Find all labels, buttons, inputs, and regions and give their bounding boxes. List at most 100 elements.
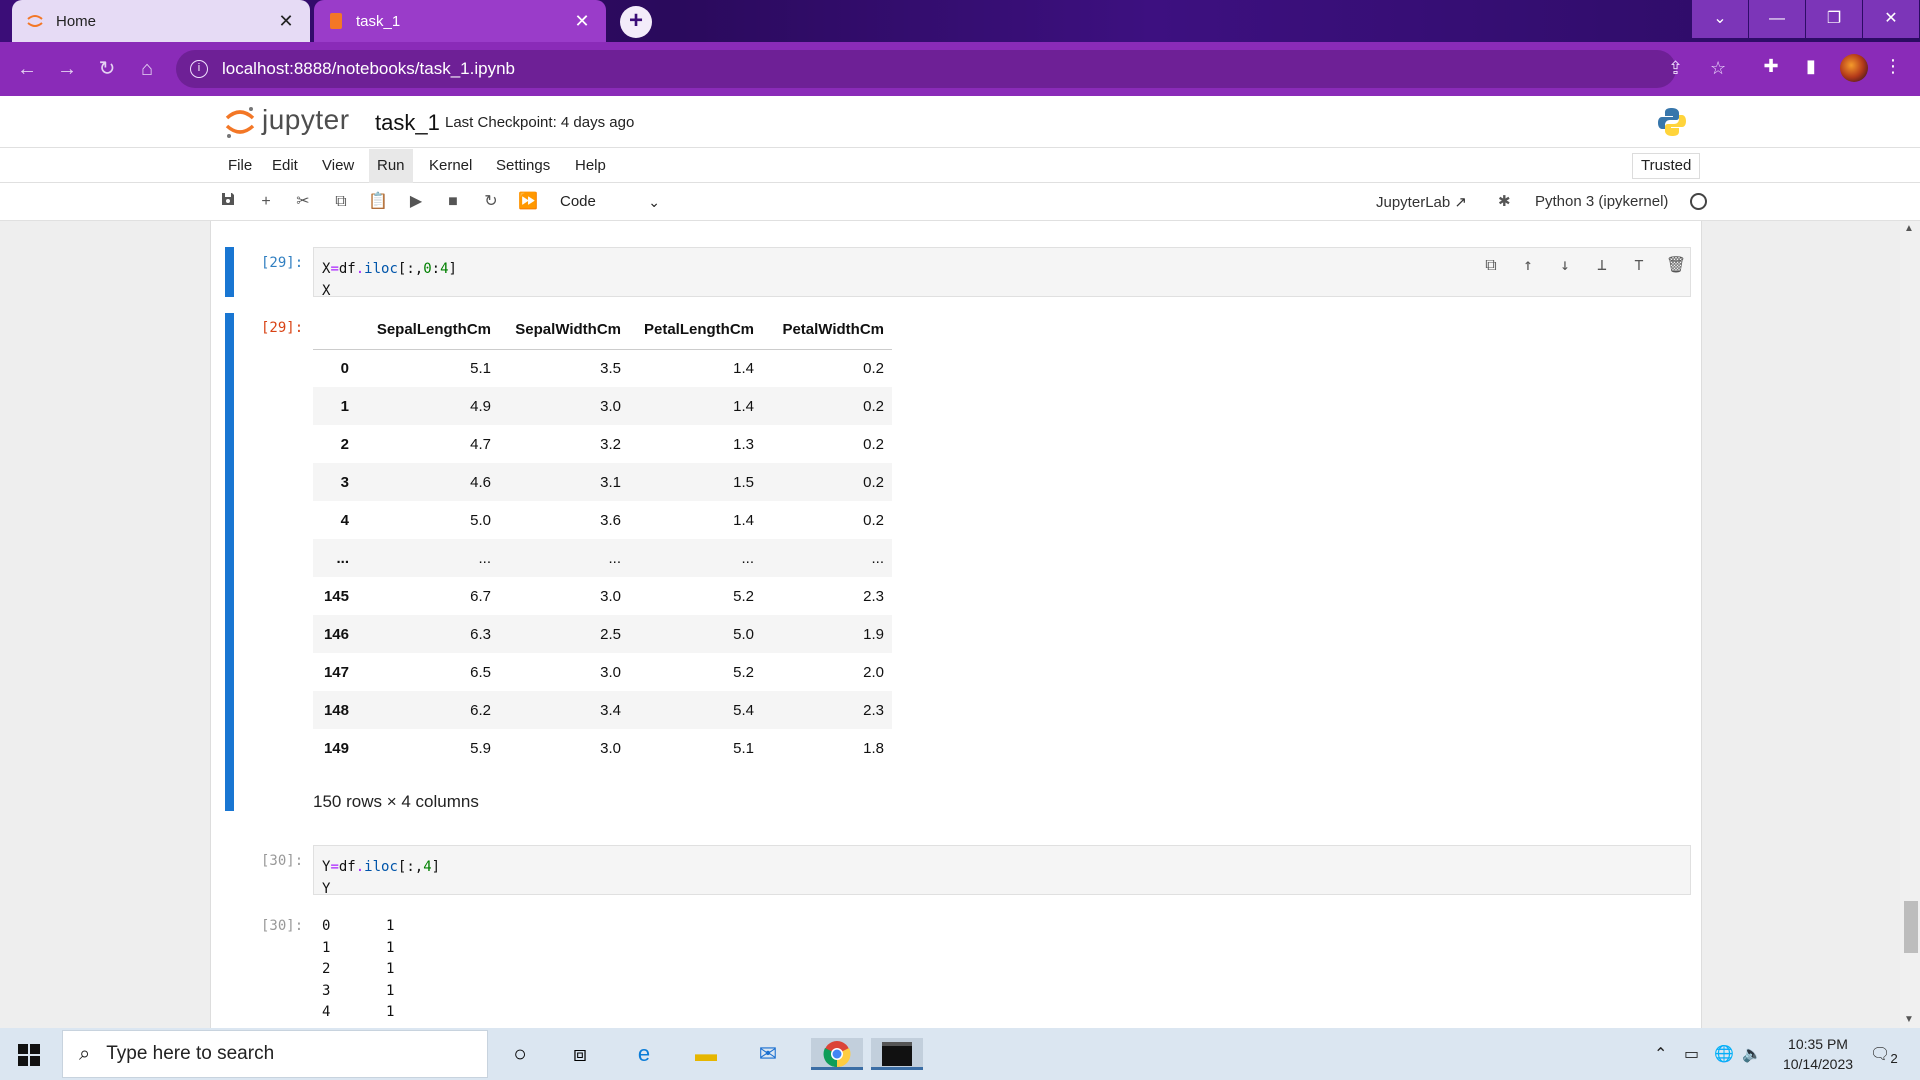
show-hidden-icons-chevron-icon[interactable]: ⌃ bbox=[1654, 1044, 1667, 1064]
chrome-icon[interactable] bbox=[811, 1038, 863, 1070]
share-icon[interactable]: ⇪ bbox=[1668, 58, 1683, 79]
jupyterlab-link-label: JupyterLab bbox=[1376, 194, 1451, 211]
restart-run-all-icon[interactable]: ⏩ bbox=[516, 191, 540, 213]
side-panel-icon[interactable]: ▮ bbox=[1798, 56, 1824, 77]
last-checkpoint: Last Checkpoint: 4 days ago bbox=[445, 114, 635, 131]
jupyterlab-link[interactable]: JupyterLab ↗ bbox=[1376, 193, 1467, 211]
tab-task-1[interactable]: task_1 ✕ bbox=[314, 0, 606, 42]
clock-date: 10/14/2023 bbox=[1782, 1056, 1854, 1072]
menubar: File Edit View Run Kernel Settings Help … bbox=[0, 149, 1920, 183]
python-logo-icon bbox=[1658, 108, 1686, 136]
volume-icon[interactable]: 🔈 bbox=[1742, 1044, 1762, 1064]
extensions-icon[interactable]: ✚ bbox=[1758, 56, 1784, 77]
minimize-icon[interactable]: — bbox=[1749, 0, 1805, 38]
table-row: 146 6.3 2.5 5.0 1.9 bbox=[313, 615, 892, 653]
url-text: localhost:8888/notebooks/task_1.ipynb bbox=[222, 59, 515, 78]
insert-above-icon[interactable]: ⊥ bbox=[1591, 254, 1613, 276]
browser-toolbar: ← → ↻ ⌂ i localhost:8888/notebooks/task_… bbox=[0, 42, 1920, 96]
menu-kernel[interactable]: Kernel bbox=[421, 149, 480, 183]
paste-icon[interactable]: 📋 bbox=[366, 191, 390, 213]
move-up-icon[interactable]: ↑ bbox=[1517, 254, 1539, 276]
bookmark-star-icon[interactable]: ☆ bbox=[1710, 58, 1726, 79]
menu-run[interactable]: Run bbox=[369, 149, 413, 183]
menu-view[interactable]: View bbox=[314, 149, 362, 183]
series-row: 31 bbox=[322, 982, 395, 999]
menu-help[interactable]: Help bbox=[567, 149, 614, 183]
clock-time: 10:35 PM bbox=[1788, 1036, 1848, 1052]
column-header bbox=[313, 311, 365, 350]
menu-file[interactable]: File bbox=[220, 149, 260, 183]
stop-icon[interactable]: ■ bbox=[441, 191, 465, 213]
new-tab-button[interactable]: + bbox=[620, 6, 652, 38]
tab-task-1-close-icon[interactable]: ✕ bbox=[572, 11, 592, 32]
kernel-status-icon bbox=[1690, 193, 1707, 210]
cell-type-select[interactable]: Code ⌄ bbox=[560, 190, 660, 214]
home-icon[interactable]: ⌂ bbox=[134, 56, 160, 82]
windows-start-icon[interactable] bbox=[18, 1044, 40, 1066]
jupyter-logo-icon[interactable] bbox=[224, 104, 256, 140]
terminal-icon[interactable] bbox=[871, 1038, 923, 1070]
browser-tabstrip: Home ✕ task_1 ✕ + ⌄ — ❐ ✕ bbox=[0, 0, 1920, 42]
forward-icon[interactable]: → bbox=[54, 56, 80, 82]
site-info-icon[interactable]: i bbox=[190, 60, 208, 78]
run-icon[interactable]: ▶ bbox=[404, 191, 428, 213]
notebook-area: [29]: X=df.iloc[:,0:4] X ⧉ ↑ ↓ ⊥ ⊤ 🗑 [29… bbox=[0, 221, 1920, 1028]
menu-settings[interactable]: Settings bbox=[488, 149, 558, 183]
insert-below-icon[interactable]: ⊤ bbox=[1628, 254, 1650, 276]
notebook-title[interactable]: task_1 bbox=[375, 110, 440, 136]
file-explorer-icon[interactable]: ▬ bbox=[689, 1038, 723, 1070]
task-view-icon[interactable]: ⧈ bbox=[563, 1038, 597, 1070]
restore-icon[interactable]: ❐ bbox=[1806, 0, 1862, 38]
network-globe-icon[interactable]: 🌐 bbox=[1714, 1044, 1734, 1064]
notification-center-icon[interactable]: 🗨2 bbox=[1870, 1044, 1898, 1066]
close-window-icon[interactable]: ✕ bbox=[1863, 0, 1919, 38]
cortana-icon[interactable]: ○ bbox=[503, 1038, 537, 1070]
vertical-scrollbar[interactable]: ▲ ▼ bbox=[1900, 221, 1920, 1028]
profile-avatar[interactable] bbox=[1840, 54, 1868, 82]
code-line: Y=df.iloc[:,4] bbox=[322, 859, 441, 875]
input-prompt: [30]: bbox=[261, 853, 304, 869]
cell-selection-bar[interactable] bbox=[225, 247, 234, 297]
cut-icon[interactable]: ✂ bbox=[291, 191, 315, 213]
table-row: 1 4.9 3.0 1.4 0.2 bbox=[313, 387, 892, 425]
battery-icon[interactable]: ▭ bbox=[1684, 1044, 1699, 1064]
table-header-row: SepalLengthCm SepalWidthCm PetalLengthCm… bbox=[313, 311, 892, 350]
menu-edit[interactable]: Edit bbox=[264, 149, 306, 183]
trusted-indicator[interactable]: Trusted bbox=[1632, 153, 1701, 179]
copy-icon[interactable]: ⧉ bbox=[329, 191, 353, 213]
series-row: 21 bbox=[322, 961, 395, 977]
jupyter-header: jupyter task_1 Last Checkpoint: 4 days a… bbox=[0, 96, 1920, 148]
jupyter-wordmark: jupyter bbox=[262, 104, 350, 135]
save-icon[interactable] bbox=[216, 191, 240, 213]
duplicate-cell-icon[interactable]: ⧉ bbox=[1480, 254, 1502, 276]
column-header: SepalWidthCm bbox=[499, 311, 629, 350]
move-down-icon[interactable]: ↓ bbox=[1554, 254, 1576, 276]
tab-search-chevron-icon[interactable]: ⌄ bbox=[1692, 0, 1748, 38]
scrollbar-thumb[interactable] bbox=[1904, 901, 1918, 953]
taskbar-clock[interactable]: 10:35 PM 10/14/2023 bbox=[1768, 1034, 1868, 1074]
output-collapser-bar[interactable] bbox=[225, 313, 234, 811]
browser-menu-icon[interactable]: ⋮ bbox=[1880, 56, 1906, 77]
series-row: 41 bbox=[322, 1004, 395, 1020]
scroll-down-icon[interactable]: ▼ bbox=[1904, 1014, 1914, 1025]
restart-icon[interactable]: ↻ bbox=[479, 191, 503, 213]
scroll-up-icon[interactable]: ▲ bbox=[1904, 223, 1914, 234]
insert-cell-icon[interactable]: + bbox=[254, 191, 278, 213]
code-cell-29[interactable]: X=df.iloc[:,0:4] X ⧉ ↑ ↓ ⊥ ⊤ 🗑 bbox=[313, 247, 1691, 299]
code-line: X=df.iloc[:,0:4] bbox=[322, 261, 457, 277]
tab-home-close-icon[interactable]: ✕ bbox=[276, 11, 296, 32]
back-icon[interactable]: ← bbox=[14, 56, 40, 82]
reload-icon[interactable]: ↻ bbox=[94, 56, 120, 82]
table-row: 2 4.7 3.2 1.3 0.2 bbox=[340, 435, 884, 453]
code-cell-30[interactable]: Y=df.iloc[:,4] Y bbox=[313, 845, 1691, 897]
tab-home[interactable]: Home ✕ bbox=[12, 0, 310, 42]
delete-cell-icon[interactable]: 🗑 bbox=[1665, 254, 1687, 276]
address-bar[interactable]: i localhost:8888/notebooks/task_1.ipynb … bbox=[176, 50, 1726, 88]
table-row: 147 6.5 3.0 5.2 2.0 bbox=[323, 663, 884, 681]
kernel-name[interactable]: Python 3 (ipykernel) bbox=[1535, 193, 1668, 210]
debugger-bug-icon[interactable]: ✱ bbox=[1498, 192, 1511, 210]
mail-icon[interactable]: ✉ bbox=[751, 1038, 785, 1070]
dataframe-table: SepalLengthCm SepalWidthCm PetalLengthCm… bbox=[313, 311, 892, 767]
taskbar-search-box[interactable]: ⌕ Type here to search bbox=[62, 1030, 488, 1078]
edge-icon[interactable]: e bbox=[627, 1038, 661, 1070]
